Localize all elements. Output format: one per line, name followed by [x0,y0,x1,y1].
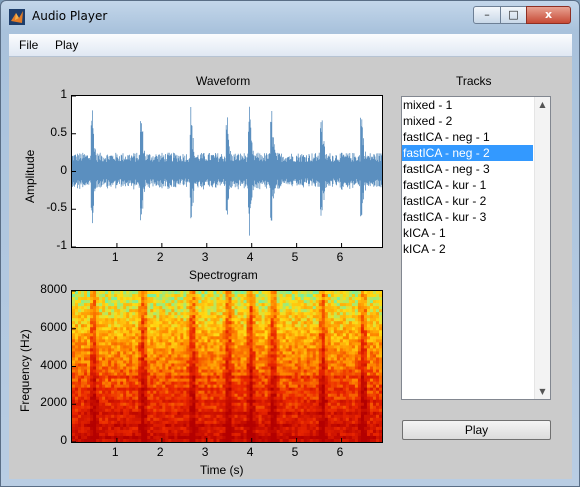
play-button[interactable]: Play [402,420,551,440]
matlab-logo-icon [9,9,25,25]
waveform-y-tick-label: -0.5 [46,200,67,215]
waveform-title: Waveform [196,74,251,88]
spectrogram-x-tick-label: 4 [246,445,254,459]
spectrogram-y-tick-label: 2000 [40,395,67,410]
spectrogram-plot[interactable] [71,290,383,443]
spectrogram-ylabel: Frequency (Hz) [18,329,32,412]
waveform-svg [72,96,382,247]
spectrogram-y-tick-label: 4000 [40,357,67,372]
track-list: mixed - 1 mixed - 2 fastICA - neg - 1 fastI… [402,97,550,257]
spectrogram-x-tick-label: 6 [336,445,344,459]
spectrogram-x-tick-label: 5 [291,445,299,459]
spectrogram-svg [72,291,382,442]
spectrogram-x-tick-label: 1 [111,445,119,459]
waveform-series [72,106,382,236]
spectrogram-y-tick-label: 8000 [40,282,67,296]
track-list-item[interactable]: kICA - 2 [402,241,533,257]
figure-area: Waveform Amplitude Spectrogram Frequency… [9,57,572,479]
track-list-item[interactable]: fastICA - kur - 1 [402,177,533,193]
maximize-button[interactable]: □ [500,6,527,24]
track-list-item[interactable]: mixed - 1 [402,97,533,113]
waveform-x-tick-label: 5 [291,250,299,264]
window-title: Audio Player [32,9,108,23]
close-button[interactable]: x [526,6,571,24]
tracks-scrollbar[interactable]: ▲ ▼ [534,97,550,399]
scroll-up-arrow-icon[interactable]: ▲ [535,97,550,112]
spectrogram-x-tick-label: 3 [201,445,209,459]
menu-bar: File Play [9,34,572,57]
waveform-x-tick-label: 3 [201,250,209,264]
track-list-item[interactable]: fastICA - neg - 3 [402,161,533,177]
waveform-y-tick-label: 0 [60,162,67,177]
menu-file[interactable]: File [19,38,38,52]
tracks-listbox[interactable]: mixed - 1 mixed - 2 fastICA - neg - 1 fastI… [401,96,551,400]
waveform-plot[interactable] [71,95,383,248]
waveform-x-tick-label: 4 [246,250,254,264]
tracks-title: Tracks [456,74,492,88]
waveform-y-tick-label: 1 [60,87,67,101]
waveform-y-tick-label: 0.5 [50,124,67,139]
title-bar[interactable]: Audio Player – □ x [1,1,579,33]
scroll-down-arrow-icon[interactable]: ▼ [535,384,550,399]
track-list-item[interactable]: mixed - 2 [402,113,533,129]
waveform-ylabel: Amplitude [23,149,37,203]
spectrogram-x-tick-label: 2 [156,445,164,459]
track-list-item[interactable]: kICA - 1 [402,225,533,241]
track-list-item[interactable]: fastICA - kur - 3 [402,209,533,225]
waveform-x-tick-label: 1 [111,250,119,264]
waveform-x-tick-label: 6 [336,250,344,264]
waveform-y-tick-label: -1 [56,238,67,252]
spectrogram-y-tick-label: 6000 [40,319,67,334]
app-window: Audio Player – □ x File Play Waveform Am… [0,0,580,487]
minimize-button[interactable]: – [473,6,501,24]
track-list-item[interactable]: fastICA - neg - 1 [402,129,533,145]
waveform-x-tick-label: 2 [156,250,164,264]
spectrogram-heatmap [72,291,382,442]
spectrogram-xlabel: Time (s) [200,463,244,477]
track-list-item[interactable]: fastICA - kur - 2 [402,193,533,209]
spectrogram-title: Spectrogram [189,268,258,282]
spectrogram-y-tick-label: 0 [60,433,67,447]
menu-play[interactable]: Play [55,38,78,52]
track-list-item[interactable]: fastICA - neg - 2 [402,145,533,161]
